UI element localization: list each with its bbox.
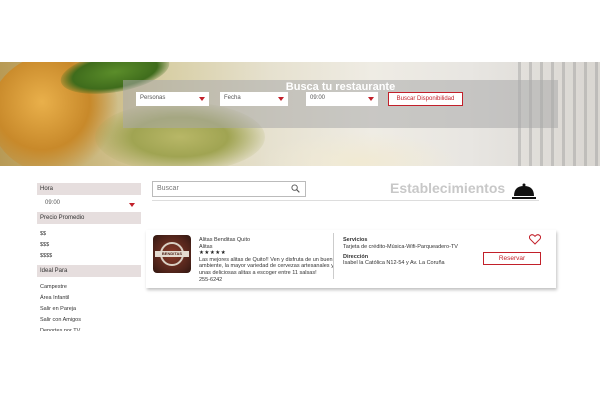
precio-filter-header: Precio Promedio <box>37 212 141 224</box>
ideal-option[interactable]: Área Infantil <box>37 292 141 303</box>
chevron-down-icon <box>199 97 205 101</box>
restaurant-phone: 255-6242 <box>199 276 223 283</box>
hora-filter-value: 09:00 <box>45 200 61 206</box>
address-label: Dirección <box>343 253 369 260</box>
fecha-select[interactable]: Fecha <box>220 92 288 106</box>
address-value: Isabel la Católica N12-54 y Av. La Coruñ… <box>343 260 445 267</box>
precio-option[interactable]: $$$ <box>37 239 141 250</box>
reservation-search-bar: Busca tu restaurante Personas Fecha 09:0… <box>123 80 558 128</box>
chevron-down-icon <box>368 97 374 101</box>
heart-icon[interactable] <box>529 234 541 245</box>
restaurant-logo: BENDITAS <box>153 235 191 273</box>
restaurant-card[interactable]: BENDITAS Alitas Benditas Quito Alitas ★★… <box>146 230 556 288</box>
search-placeholder: Buscar <box>157 185 179 192</box>
reserve-button[interactable]: Reservar <box>483 252 541 265</box>
card-divider <box>333 233 334 279</box>
hora-filter-select[interactable]: 09:00 <box>37 195 141 212</box>
services-value: Tarjeta de crédito-Música-Wifi-Parqueade… <box>343 243 458 250</box>
filter-sidebar: Hora 09:00 Precio Promedio $$ $$$ $$$$ I… <box>37 183 141 331</box>
ideal-option[interactable]: Salir con Amigos <box>37 314 141 325</box>
search-availability-button[interactable]: Buscar Disponibilidad <box>388 92 463 106</box>
ideal-option[interactable]: Deportes por TV <box>37 325 141 331</box>
restaurant-description: Las mejores alitas de Quito!! Ven y disf… <box>199 256 334 276</box>
services-label: Servicios <box>343 237 368 243</box>
personas-select[interactable]: Personas <box>136 92 209 106</box>
restaurant-details: Servicios Tarjeta de crédito-Música-Wifi… <box>343 237 478 267</box>
search-input[interactable]: Buscar <box>152 181 306 197</box>
fecha-label: Fecha <box>224 95 241 101</box>
chevron-down-icon <box>129 203 135 207</box>
logo-text: BENDITAS <box>155 251 189 257</box>
cloche-icon <box>512 183 536 199</box>
restaurant-name[interactable]: Alitas Benditas Quito <box>199 237 335 244</box>
hora-select[interactable]: 09:00 <box>306 92 378 106</box>
precio-option[interactable]: $$ <box>37 228 141 239</box>
chevron-down-icon <box>278 97 284 101</box>
precio-option[interactable]: $$$$ <box>37 250 141 261</box>
section-divider <box>152 200 539 201</box>
personas-label: Personas <box>140 95 166 101</box>
rating-stars: ★★★★★ <box>199 250 227 257</box>
hora-label: 09:00 <box>310 95 326 101</box>
restaurant-info: Alitas Benditas Quito Alitas ★★★★★ Las m… <box>199 237 335 283</box>
section-title: Establecimientos <box>390 180 506 196</box>
search-icon[interactable] <box>291 184 300 193</box>
ideal-filter-header: Ideal Para <box>37 265 141 277</box>
ideal-option[interactable]: Salir en Pareja <box>37 303 141 314</box>
ideal-option[interactable]: Campestre <box>37 281 141 292</box>
hora-filter-header: Hora <box>37 183 141 195</box>
